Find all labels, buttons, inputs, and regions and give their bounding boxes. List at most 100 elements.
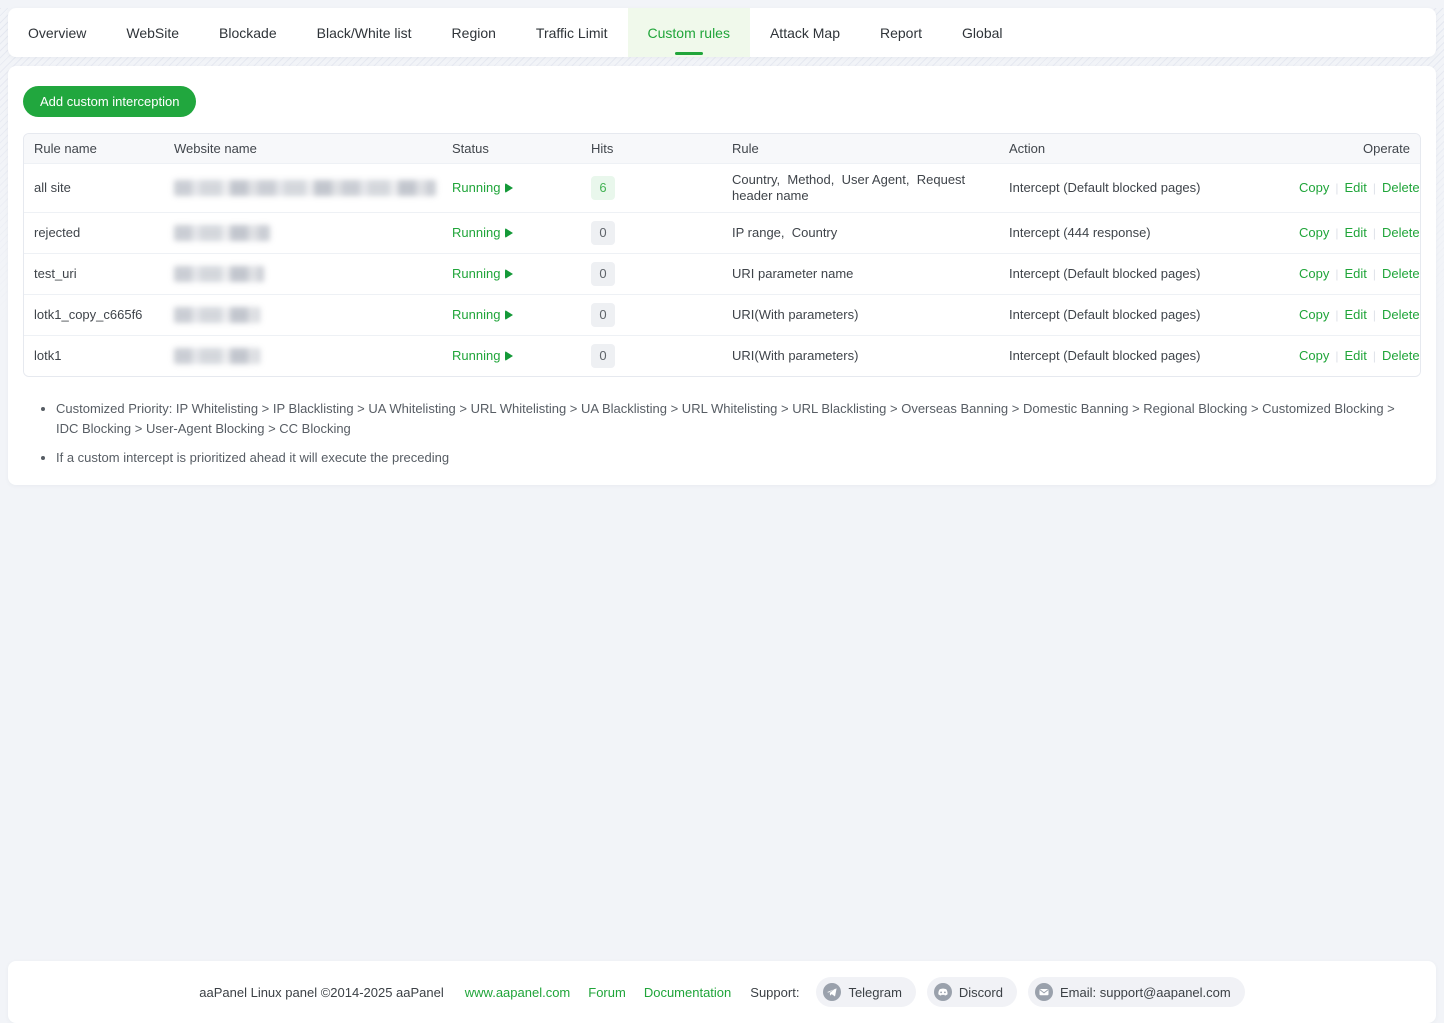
copy-link[interactable]: Copy — [1299, 225, 1329, 241]
hits-badge: 6 — [591, 176, 615, 200]
aapanel-site-link[interactable]: www.aapanel.com — [465, 985, 571, 1000]
website-name-redacted — [174, 225, 270, 241]
play-icon — [505, 269, 513, 279]
hits-badge: 0 — [591, 344, 615, 368]
status-label: Running — [452, 307, 500, 323]
rule-cell: IP range, Country — [722, 217, 999, 249]
add-custom-interception-button[interactable]: Add custom interception — [23, 86, 196, 117]
telegram-icon — [823, 983, 841, 1001]
status-toggle[interactable]: Running — [452, 225, 571, 241]
note-custom-intercept: If a custom intercept is prioritized ahe… — [56, 448, 1398, 468]
tab-custom-rules[interactable]: Custom rules — [628, 8, 750, 57]
table-row: rejected Running 0 IP range, Country Int… — [24, 212, 1420, 253]
hits-badge: 0 — [591, 303, 615, 327]
edit-link[interactable]: Edit — [1344, 266, 1366, 282]
website-name-cell — [164, 258, 442, 290]
tab-website[interactable]: WebSite — [106, 8, 199, 57]
website-name-cell — [164, 299, 442, 331]
tab-traffic-limit[interactable]: Traffic Limit — [516, 8, 628, 57]
website-name-cell — [164, 172, 442, 204]
play-icon — [505, 228, 513, 238]
status-toggle[interactable]: Running — [452, 307, 571, 323]
website-name-redacted — [174, 307, 260, 323]
status-label: Running — [452, 180, 500, 196]
header-action: Action — [999, 141, 1289, 156]
tab-overview[interactable]: Overview — [8, 8, 106, 57]
action-cell: Intercept (444 response) — [999, 217, 1289, 249]
hits-badge: 0 — [591, 262, 615, 286]
status-toggle[interactable]: Running — [452, 180, 571, 196]
discord-label: Discord — [959, 985, 1003, 1000]
page-footer: aaPanel Linux panel ©2014-2025 aaPanel w… — [8, 961, 1436, 1023]
header-operate: Operate — [1289, 141, 1420, 156]
edit-link[interactable]: Edit — [1344, 180, 1366, 196]
edit-link[interactable]: Edit — [1344, 307, 1366, 323]
documentation-link[interactable]: Documentation — [644, 985, 731, 1000]
delete-link[interactable]: Delete — [1382, 266, 1420, 282]
rule-cell: URI(With parameters) — [722, 299, 999, 331]
status-toggle[interactable]: Running — [452, 266, 571, 282]
operate-divider: | — [1335, 225, 1338, 241]
copy-link[interactable]: Copy — [1299, 266, 1329, 282]
custom-rules-panel: Add custom interception Rule name Websit… — [8, 66, 1436, 485]
copy-link[interactable]: Copy — [1299, 180, 1329, 196]
rule-name-cell: test_uri — [24, 258, 164, 290]
edit-link[interactable]: Edit — [1344, 225, 1366, 241]
email-label: Email: support@aapanel.com — [1060, 985, 1231, 1000]
delete-link[interactable]: Delete — [1382, 225, 1420, 241]
tab-region[interactable]: Region — [432, 8, 516, 57]
table-row: test_uri Running 0 URI parameter name In… — [24, 253, 1420, 294]
copyright-text: aaPanel Linux panel ©2014-2025 aaPanel — [199, 985, 444, 1000]
support-label: Support: — [750, 985, 799, 1000]
status-toggle[interactable]: Running — [452, 348, 571, 364]
notes-list: Customized Priority: IP Whitelisting > I… — [23, 399, 1398, 468]
tab-attack-map[interactable]: Attack Map — [750, 8, 860, 57]
website-name-cell — [164, 217, 442, 249]
operate-divider: | — [1373, 180, 1376, 196]
website-name-redacted — [174, 180, 436, 196]
header-hits: Hits — [581, 141, 722, 156]
delete-link[interactable]: Delete — [1382, 307, 1420, 323]
header-status: Status — [442, 141, 581, 156]
delete-link[interactable]: Delete — [1382, 180, 1420, 196]
rule-name-cell: lotk1_copy_c665f6 — [24, 299, 164, 331]
operate-divider: | — [1335, 348, 1338, 364]
header-rule: Rule — [722, 141, 999, 156]
forum-link[interactable]: Forum — [588, 985, 626, 1000]
operate-divider: | — [1335, 307, 1338, 323]
action-cell: Intercept (Default blocked pages) — [999, 340, 1289, 372]
action-cell: Intercept (Default blocked pages) — [999, 299, 1289, 331]
tab-black-white-list[interactable]: Black/White list — [297, 8, 432, 57]
operate-divider: | — [1373, 348, 1376, 364]
status-label: Running — [452, 348, 500, 364]
rules-table: Rule name Website name Status Hits Rule … — [23, 133, 1421, 377]
table-header-row: Rule name Website name Status Hits Rule … — [24, 134, 1420, 163]
table-row: lotk1 Running 0 URI(With parameters) Int… — [24, 335, 1420, 376]
operate-divider: | — [1335, 180, 1338, 196]
copy-link[interactable]: Copy — [1299, 307, 1329, 323]
play-icon — [505, 183, 513, 193]
email-badge[interactable]: Email: support@aapanel.com — [1028, 977, 1245, 1007]
action-cell: Intercept (Default blocked pages) — [999, 172, 1289, 204]
status-label: Running — [452, 266, 500, 282]
delete-link[interactable]: Delete — [1382, 348, 1420, 364]
tab-blockade[interactable]: Blockade — [199, 8, 297, 57]
operate-divider: | — [1373, 225, 1376, 241]
website-name-redacted — [174, 348, 260, 364]
email-icon — [1035, 983, 1053, 1001]
tab-global[interactable]: Global — [942, 8, 1022, 57]
edit-link[interactable]: Edit — [1344, 348, 1366, 364]
rule-cell: URI(With parameters) — [722, 340, 999, 372]
copy-link[interactable]: Copy — [1299, 348, 1329, 364]
status-label: Running — [452, 225, 500, 241]
header-rule-name: Rule name — [24, 141, 164, 156]
telegram-badge[interactable]: Telegram — [816, 977, 915, 1007]
operate-divider: | — [1373, 266, 1376, 282]
website-name-redacted — [174, 266, 264, 282]
operate-divider: | — [1335, 266, 1338, 282]
discord-badge[interactable]: Discord — [927, 977, 1017, 1007]
play-icon — [505, 351, 513, 361]
rule-name-cell: lotk1 — [24, 340, 164, 372]
tab-report[interactable]: Report — [860, 8, 942, 57]
play-icon — [505, 310, 513, 320]
